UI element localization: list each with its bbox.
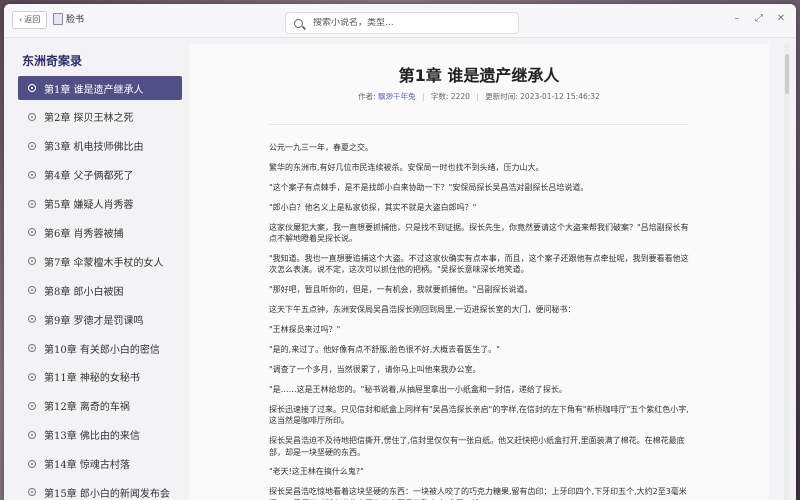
chapter-item-label: 第9章 罗德才是罚课鸣 <box>44 315 144 327</box>
chapter-item[interactable]: 第14章 惊魂古村落 <box>18 452 182 476</box>
chapter-circle-icon <box>28 84 36 92</box>
chapter-item-label: 第2章 探贝王林之死 <box>44 113 134 125</box>
chapter-circle-icon <box>28 488 36 497</box>
chapter-item[interactable]: 第5章 嫌疑人肖秀蓉 <box>18 192 182 216</box>
chapter-item-label: 第1章 谁是遗产继承人 <box>44 84 144 96</box>
meta-divider: | <box>476 92 479 101</box>
chapter-item-label: 第12章 离奇的车祸 <box>44 402 130 414</box>
chapter-circle-icon <box>28 459 36 468</box>
paragraph: 繁华的东洲市,有好几位市民连续被杀。安保局一时也找不到头绪，压力山大。 <box>269 162 544 172</box>
paragraph: "是的,来过了。他好像有点不舒服,脸色很不好,大概去看医生了。" <box>269 345 500 355</box>
paragraph: 公元一九三一年，春夏之交。 <box>269 143 373 152</box>
chapter-circle-icon <box>28 344 36 353</box>
chapter-item-label: 第8章 郎小白被困 <box>44 286 124 298</box>
paragraph: "是……这是王林给您的。"秘书说着,从抽屉里拿出一小纸盒和一封信，递给了探长。 <box>269 384 567 394</box>
paragraph: 这家伙屡犯大案，我一直想要抓捕他，只是找不到证据。探长先生，你竟然要请这个大盗来… <box>269 222 689 244</box>
chapter-circle-icon <box>28 199 36 208</box>
chapter-meta: 作者: 飘渺千年兔 | 字数: 2220 | 更新时间: 2023-01-12 … <box>189 91 769 102</box>
chapter-item[interactable]: 第7章 伞蒙檀木手杖的女人 <box>18 249 182 273</box>
chapter-text: 公元一九三一年，春夏之交。繁华的东洲市,有好几位市民连续被杀。安保局一时也找不到… <box>269 142 694 500</box>
chapter-circle-icon <box>28 112 36 121</box>
chapter-circle-icon <box>28 372 36 381</box>
chapter-item-label: 第3章 机电技师佛比由 <box>44 142 144 154</box>
app-window: ‹ 返回 脸书 – ⤢ ✕ 东洲奇案录 第1章 谁是遗产继承人第2章 探贝王林之… <box>4 4 796 500</box>
chapter-item[interactable]: 第11章 神秘的女秘书 <box>18 365 182 389</box>
updated-time: 2023-01-12 15:46:32 <box>520 92 600 101</box>
window-controls: – ⤢ ✕ <box>732 14 786 24</box>
updated-label: 更新时间: <box>485 92 518 101</box>
author-label: 作者: <box>358 92 376 101</box>
paragraph: "我知道。我也一直想要追捕这个大盗。不过这家伙确实有点本事，而且，这个案子还跟他… <box>269 253 689 275</box>
chapter-circle-icon <box>28 315 36 324</box>
scrollbar[interactable] <box>784 44 790 500</box>
paragraph: "郎小白？他名义上是私家侦探，其实不就是大盗白郎吗？" <box>269 202 477 212</box>
chapter-circle-icon <box>28 141 36 150</box>
content-divider <box>269 124 689 125</box>
book-title: 东洲奇案录 <box>22 54 83 68</box>
chapter-heading: 第1章 谁是遗产继承人 <box>398 66 560 85</box>
chapter-item-label: 第5章 嫌疑人肖秀蓉 <box>44 200 134 212</box>
chapter-item[interactable]: 第4章 父子俩都死了 <box>18 163 182 187</box>
chapter-circle-icon <box>28 228 36 237</box>
chapter-item[interactable]: 第2章 探贝王林之死 <box>18 105 182 129</box>
paragraph: 探长迅速接了过来。只见信封和纸盒上同样有"吴昌浩探长亲启"的字样,在信封的左下角… <box>269 404 689 426</box>
paragraph: 探长吴昌浩迫不及待地把信撕开,愣住了,信封里仅仅有一张白纸。他又赶快把小纸盒打开… <box>269 436 685 457</box>
chapter-item[interactable]: 第6章 肖秀蓉被捕 <box>18 220 182 244</box>
chapter-circle-icon <box>28 401 36 410</box>
meta-divider: | <box>421 92 425 101</box>
chapter-item[interactable]: 第1章 谁是遗产继承人 <box>18 76 182 100</box>
minimize-icon[interactable]: – <box>732 14 742 24</box>
reader-content: 第1章 谁是遗产继承人 作者: 飘渺千年兔 | 字数: 2220 | 更新时间:… <box>189 44 769 500</box>
paragraph: "王林探员来过吗？" <box>269 325 341 335</box>
paragraph: "调查了一个多月，当然很累了，请你马上叫他来我办公室。 <box>269 364 481 374</box>
chapter-circle-icon <box>28 430 36 439</box>
chevron-left-icon: ‹ <box>19 15 23 24</box>
search-box[interactable] <box>285 12 519 34</box>
chapter-item-label: 第4章 父子俩都死了 <box>44 171 134 183</box>
back-button[interactable]: ‹ 返回 <box>12 11 48 29</box>
chapter-item[interactable]: 第15章 郎小白的新闻发布会 <box>18 480 182 500</box>
chapter-item-label: 第6章 肖秀蓉被捕 <box>44 228 124 240</box>
chapter-item-label: 第14章 惊魂古村落 <box>44 460 130 472</box>
chapter-item-label: 第7章 伞蒙檀木手杖的女人 <box>44 257 164 269</box>
paragraph: 探长吴昌浩吃惊地看着这块坚硬的东西：一块被人咬了的巧克力糖果,留有齿印：上牙印四… <box>269 487 687 500</box>
search-input[interactable] <box>313 18 503 28</box>
paragraph: "这个案子有点棘手，是不是找郎小白来协助一下？"安保局探长吴昌浩对副探长吕培说道… <box>269 182 589 192</box>
chapter-item[interactable]: 第10章 有关郎小白的密信 <box>18 336 182 360</box>
chapter-circle-icon <box>28 257 36 266</box>
chapter-item-label: 第10章 有关郎小白的密信 <box>44 344 160 356</box>
book-icon <box>53 13 63 25</box>
chapter-circle-icon <box>28 286 36 295</box>
maximize-icon[interactable]: ⤢ <box>754 14 764 24</box>
scrollbar-thumb[interactable] <box>785 54 789 94</box>
chapter-item[interactable]: 第8章 郎小白被困 <box>18 278 182 302</box>
words-label: 字数: <box>430 92 449 101</box>
search-icon <box>294 18 303 28</box>
chapter-item[interactable]: 第12章 离奇的车祸 <box>18 394 182 418</box>
paragraph: 这天下午五点钟，东洲安保局吴昌浩探长刚回到局里,一迈进探长室的大门，便问秘书： <box>269 305 576 315</box>
paragraph: "那好吧，暂且听你的，但是，一有机会，我就要抓捕他。"吕副探长说道。 <box>269 285 533 295</box>
chapter-item-label: 第11章 神秘的女秘书 <box>44 373 140 385</box>
author-link[interactable]: 飘渺千年兔 <box>378 92 416 101</box>
title-bar: ‹ 返回 脸书 – ⤢ ✕ <box>4 4 796 38</box>
close-icon[interactable]: ✕ <box>776 14 786 24</box>
chapter-sidebar: 东洲奇案录 第1章 谁是遗产继承人 第2章 探贝王林之死 第3章 机电技师佛比由 第4… <box>18 44 188 500</box>
chapter-item[interactable]: 第9章 罗德才是罚课鸣 <box>18 307 182 331</box>
paragraph: "老天!这王林在搞什么鬼?" <box>269 467 364 477</box>
chapter-item-label: 第15章 郎小白的新闻发布会 <box>44 488 170 500</box>
word-count: 2220 <box>450 92 470 101</box>
chapter-list: 第1章 谁是遗产继承人 第2章 探贝王林之死 第3章 机电技师佛比由 第4章 父子俩都… <box>18 76 182 500</box>
chapter-item[interactable]: 第3章 机电技师佛比由 <box>18 134 182 158</box>
chapter-circle-icon <box>28 170 36 179</box>
back-button-label: 返回 <box>24 15 41 24</box>
chapter-item-label: 第13章 佛比由的来信 <box>44 431 140 443</box>
chapter-item[interactable]: 第13章 佛比由的来信 <box>18 423 182 447</box>
app-title: 脸书 <box>66 15 85 25</box>
